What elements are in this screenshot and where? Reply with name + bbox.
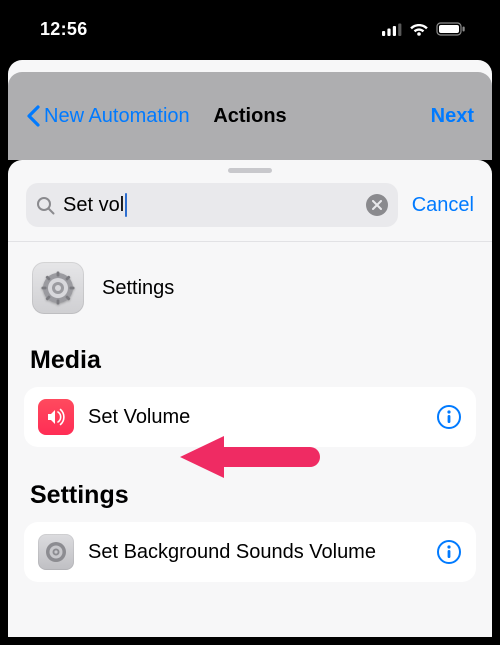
info-icon: [436, 404, 462, 430]
next-button[interactable]: Next: [431, 105, 474, 128]
action-set-background-sounds-volume[interactable]: Set Background Sounds Volume: [24, 522, 476, 582]
section-title-settings: Settings: [8, 473, 492, 522]
section-title-media: Media: [8, 338, 492, 387]
search-input[interactable]: Set vol: [26, 183, 398, 227]
settings-small-icon: [38, 534, 74, 570]
clear-button[interactable]: [366, 194, 388, 216]
search-value: Set vol: [63, 193, 127, 217]
sheet-grabber[interactable]: [228, 168, 272, 173]
settings-app-icon: [32, 262, 84, 314]
info-icon: [436, 539, 462, 565]
battery-icon: [436, 22, 466, 36]
cancel-button[interactable]: Cancel: [412, 194, 474, 217]
action-label: Set Volume: [88, 406, 190, 429]
wifi-icon: [409, 22, 429, 36]
speaker-icon: [38, 399, 74, 435]
status-time: 12:56: [40, 19, 88, 40]
text-caret: [125, 193, 127, 217]
search-sheet: Set vol Cancel Settings Media Set Volume: [8, 160, 492, 637]
search-icon: [36, 196, 55, 215]
back-label: New Automation: [44, 105, 190, 128]
back-button[interactable]: New Automation: [26, 105, 190, 128]
info-button[interactable]: [436, 539, 462, 565]
cellular-icon: [382, 23, 402, 36]
action-set-volume[interactable]: Set Volume: [24, 387, 476, 447]
x-icon: [372, 200, 382, 210]
nav-bar: New Automation Actions Next: [8, 72, 492, 160]
chevron-left-icon: [26, 105, 40, 127]
status-bar: 12:56: [4, 4, 496, 54]
status-icons: [382, 22, 466, 36]
action-label: Set Background Sounds Volume: [88, 541, 376, 564]
app-label: Settings: [102, 277, 174, 300]
app-section-settings[interactable]: Settings: [8, 242, 492, 338]
info-button[interactable]: [436, 404, 462, 430]
